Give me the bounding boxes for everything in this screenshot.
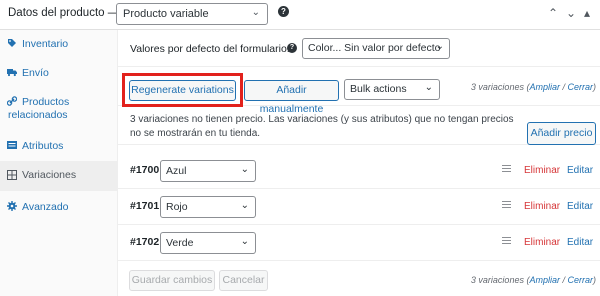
chevron-down-icon: ⌄ xyxy=(251,7,260,18)
close-link[interactable]: Cerrar xyxy=(567,275,593,285)
tab-label: Atributos xyxy=(22,140,64,152)
tab-label-line1: Productos xyxy=(22,96,70,108)
variation-id: #1701 xyxy=(130,200,160,212)
variations-count-footer: 3 variaciones (Ampliar / Cerrar) xyxy=(470,275,596,285)
panel-title: Datos del producto — xyxy=(8,7,120,19)
chevron-down-icon: ⌄ xyxy=(240,200,249,211)
variation-attribute-select[interactable]: Azul ⌄ xyxy=(160,160,256,182)
regenerate-variations-button[interactable]: Regenerate variations xyxy=(129,80,236,101)
edit-link[interactable]: Editar xyxy=(567,237,593,248)
tab-variaciones[interactable]: Variaciones xyxy=(0,161,118,191)
variation-attribute-select[interactable]: Rojo ⌄ xyxy=(160,196,256,218)
variation-attribute-value: Verde xyxy=(166,237,194,249)
default-color-value: Color... Sin valor por defecto xyxy=(308,42,441,54)
drag-handle-icon[interactable] xyxy=(502,237,511,246)
variation-row[interactable]: #1701 Rojo ⌄ Eliminar Editar xyxy=(118,190,600,225)
delete-link[interactable]: Eliminar xyxy=(524,201,560,212)
notice-text: 3 variaciones no tienen precio. Las vari… xyxy=(130,114,514,139)
variation-id: #1702 xyxy=(130,236,160,248)
default-color-select[interactable]: Color... Sin valor por defecto ⌄ xyxy=(302,38,450,59)
drag-handle-icon[interactable] xyxy=(502,201,511,210)
grid-icon xyxy=(7,170,17,180)
help-icon[interactable]: ? xyxy=(278,6,289,17)
chevron-down-icon: ⌄ xyxy=(424,82,433,93)
gear-icon xyxy=(7,201,17,211)
variation-attribute-select[interactable]: Verde ⌄ xyxy=(160,232,256,254)
drag-handle-icon[interactable] xyxy=(502,165,511,174)
edit-link[interactable]: Editar xyxy=(567,165,593,176)
tab-label: Variaciones xyxy=(22,169,77,181)
chevron-down-icon: ⌄ xyxy=(240,236,249,247)
default-values-row: Valores por defecto del formulario: ? Co… xyxy=(118,30,600,67)
variation-attribute-value: Rojo xyxy=(166,201,188,213)
help-icon[interactable]: ? xyxy=(287,43,297,53)
cancel-button[interactable]: Cancelar xyxy=(219,270,268,291)
close-link[interactable]: Cerrar xyxy=(567,82,593,92)
product-type-select[interactable]: Producto variable ⌄ xyxy=(116,3,268,25)
collapse-toggle-icon[interactable]: ▴ xyxy=(584,6,590,20)
delete-link[interactable]: Eliminar xyxy=(524,165,560,176)
variation-id: #1700 xyxy=(130,164,160,176)
variation-actions-toolbar: Regenerate variations Añadir manualmente… xyxy=(118,68,600,115)
chevron-up-icon[interactable]: ⌃ xyxy=(548,6,558,20)
variation-attribute-value: Azul xyxy=(166,165,187,177)
add-price-button[interactable]: Añadir precio xyxy=(527,122,596,145)
tab-label: Envío xyxy=(22,67,49,79)
variation-row[interactable]: #1700 Azul ⌄ Eliminar Editar xyxy=(118,154,600,189)
bulk-actions-select[interactable]: Bulk actions ⌄ xyxy=(344,79,440,100)
variation-row[interactable]: #1702 Verde ⌄ Eliminar Editar xyxy=(118,226,600,261)
product-data-header: Datos del producto — Producto variable ⌄… xyxy=(0,0,600,30)
add-manually-button[interactable]: Añadir manualmente xyxy=(244,80,339,115)
list-icon xyxy=(7,141,17,149)
expand-link[interactable]: Ampliar xyxy=(529,275,560,285)
edit-link[interactable]: Editar xyxy=(567,201,593,212)
tab-label: Avanzado xyxy=(22,201,69,213)
variations-count: 3 variaciones (Ampliar / Cerrar) xyxy=(470,82,596,92)
product-data-tabs: Inventario Envío Productos relacionados … xyxy=(0,30,118,296)
chevron-down-icon: ⌄ xyxy=(435,41,444,52)
delete-link[interactable]: Eliminar xyxy=(524,237,560,248)
product-type-value: Producto variable xyxy=(123,8,209,20)
tab-label-line2: relacionados xyxy=(8,109,68,121)
variations-panel: Valores por defecto del formulario: ? Co… xyxy=(118,30,600,296)
default-values-label: Valores por defecto del formulario: xyxy=(130,43,290,55)
truck-icon xyxy=(7,69,17,77)
tag-icon xyxy=(8,39,16,47)
save-changes-button[interactable]: Guardar cambios xyxy=(129,270,215,291)
chevron-down-icon: ⌄ xyxy=(240,164,249,175)
bulk-actions-value: Bulk actions xyxy=(350,83,407,95)
expand-link[interactable]: Ampliar xyxy=(529,82,560,92)
tab-label: Inventario xyxy=(22,38,69,50)
chevron-down-icon[interactable]: ⌄ xyxy=(566,6,576,20)
